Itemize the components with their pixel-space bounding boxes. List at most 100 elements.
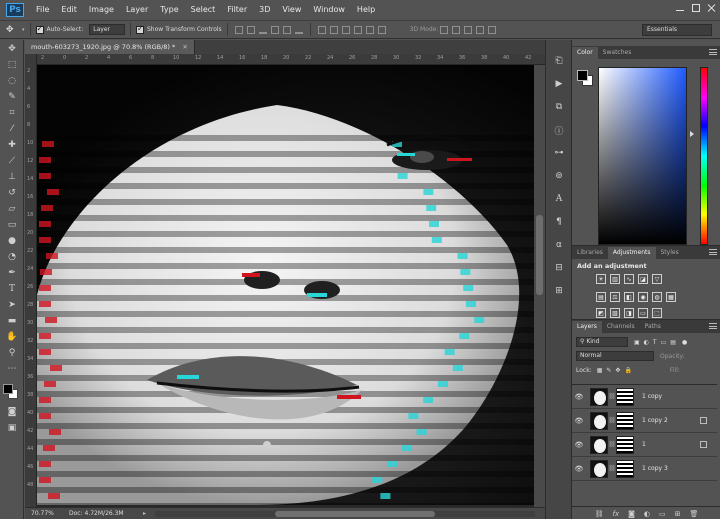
move-tool-icon[interactable]: ✥	[6, 25, 20, 35]
black-white-icon[interactable]: ◧	[624, 292, 634, 302]
menu-file[interactable]: File	[30, 0, 55, 20]
align-bottom-icon[interactable]	[258, 26, 267, 34]
filter-shape-icon[interactable]: ▭	[661, 339, 667, 346]
close-tab-icon[interactable]: ✕	[182, 43, 187, 51]
lock-transparent-icon[interactable]: ▦	[597, 367, 603, 374]
layer-thumbnail[interactable]	[590, 459, 608, 478]
align-right-icon[interactable]	[294, 26, 303, 34]
path-select-tool-icon[interactable]: ➤	[3, 297, 21, 312]
distribute-bottom-icon[interactable]	[341, 25, 350, 34]
eraser-tool-icon[interactable]: ▱	[3, 201, 21, 216]
distribute-vcenter-icon[interactable]	[329, 25, 338, 34]
distribute-left-icon[interactable]	[353, 25, 362, 34]
marquee-tool-icon[interactable]: ⬚	[3, 57, 21, 72]
paragraph-icon[interactable]: ¶	[551, 215, 567, 229]
align-left-icon[interactable]	[270, 25, 279, 34]
foreground-color-swatch[interactable]	[577, 70, 588, 81]
blur-tool-icon[interactable]: ●	[3, 233, 21, 248]
gradient-map-icon[interactable]: ▭	[638, 308, 648, 318]
quick-select-tool-icon[interactable]: ✎	[3, 89, 21, 104]
brush-tool-icon[interactable]: ⟋	[3, 153, 21, 168]
3d-roll-icon[interactable]	[452, 25, 461, 34]
gradient-tool-icon[interactable]: ▭	[3, 217, 21, 232]
menu-window[interactable]: Window	[307, 0, 351, 20]
layer-kind-filter[interactable]: ⚲ Kind	[576, 337, 628, 347]
link-layers-icon[interactable]: ⛓	[595, 510, 604, 518]
new-group-icon[interactable]: ▭	[659, 510, 666, 518]
panel-menu-icon[interactable]	[709, 249, 717, 255]
visibility-eye-icon[interactable]: 👁	[572, 393, 586, 401]
show-transform-checkbox[interactable]	[136, 24, 144, 34]
lasso-tool-icon[interactable]: ◌	[3, 73, 21, 88]
pen-tool-icon[interactable]: ✒	[3, 265, 21, 280]
properties-icon[interactable]: ⧉	[551, 100, 567, 114]
history-brush-tool-icon[interactable]: ↺	[3, 185, 21, 200]
lock-all-icon[interactable]: 🔒	[624, 367, 631, 374]
lock-image-icon[interactable]: ✎	[606, 367, 611, 374]
menu-3d[interactable]: 3D	[253, 0, 276, 20]
vertical-ruler[interactable]: 2 4 6 8 10 12 14 16 18 20 22 24 26 28 30 32 34 36 38 40 42 44…	[25, 54, 37, 507]
hue-slider-marker[interactable]	[690, 131, 694, 137]
document-tab[interactable]: mouth-603273_1920.jpg @ 70.8% (RGB/8) * …	[25, 40, 195, 54]
layer-name[interactable]: 1	[642, 441, 700, 448]
color-balance-icon[interactable]: ⚖	[610, 292, 620, 302]
hand-tool-icon[interactable]: ✋	[3, 329, 21, 344]
filter-pixel-icon[interactable]: ▣	[634, 339, 640, 346]
add-mask-icon[interactable]: ◙	[628, 510, 635, 518]
threshold-icon[interactable]: ◨	[624, 308, 634, 318]
mask-link-icon[interactable]: ⛓	[608, 441, 616, 448]
menu-edit[interactable]: Edit	[55, 0, 83, 20]
tab-swatches[interactable]: Swatches	[598, 47, 637, 59]
channel-mixer-icon[interactable]: ◍	[652, 292, 662, 302]
menu-select[interactable]: Select	[185, 0, 222, 20]
screen-mode-icon[interactable]: ▣	[3, 420, 21, 435]
tab-adjustments[interactable]: Adjustments	[607, 247, 656, 259]
zoom-tool-icon[interactable]: ⚲	[3, 345, 21, 360]
distribute-right-icon[interactable]	[377, 25, 386, 34]
layer-mask-thumbnail[interactable]	[616, 387, 634, 406]
document-image[interactable]	[37, 65, 537, 505]
healing-brush-tool-icon[interactable]: ✚	[3, 137, 21, 152]
layer-mask-thumbnail[interactable]	[616, 459, 634, 478]
tab-styles[interactable]: Styles	[656, 247, 684, 259]
history-icon[interactable]: ⎗	[551, 54, 567, 68]
hue-saturation-icon[interactable]: ▤	[596, 292, 606, 302]
lock-position-icon[interactable]: ✥	[615, 367, 620, 374]
menu-filter[interactable]: Filter	[221, 0, 253, 20]
vertical-scroll-thumb[interactable]	[536, 215, 543, 295]
layer-thumbnail[interactable]	[590, 435, 608, 454]
3d-slide-icon[interactable]	[476, 25, 485, 34]
foreground-color-swatch[interactable]	[3, 384, 13, 394]
tab-libraries[interactable]: Libraries	[572, 247, 608, 259]
levels-icon[interactable]: ▥	[610, 274, 620, 284]
quick-mask-icon[interactable]: ◙	[3, 404, 21, 419]
3d-scale-icon[interactable]	[488, 25, 497, 34]
hue-slider[interactable]	[700, 67, 708, 245]
mask-link-icon[interactable]: ⛓	[608, 393, 616, 400]
new-layer-icon[interactable]: ⊞	[675, 510, 681, 518]
exposure-icon[interactable]: ◪	[638, 274, 648, 284]
filter-smart-object-icon[interactable]: ▤	[670, 339, 676, 346]
selective-color-icon[interactable]: ⬚	[652, 308, 662, 318]
photo-filter-icon[interactable]: ◉	[638, 292, 648, 302]
close-button[interactable]	[708, 4, 716, 12]
blend-mode-dropdown[interactable]: Normal	[576, 351, 654, 361]
mask-link-icon[interactable]: ⛓	[608, 465, 616, 472]
status-menu-arrow-icon[interactable]: ▸	[143, 510, 146, 517]
auto-select-checkbox[interactable]	[35, 24, 44, 34]
layer-name[interactable]: 1 copy 3	[642, 465, 717, 472]
crop-tool-icon[interactable]: ⌗	[3, 105, 21, 120]
delete-layer-icon[interactable]: 🗑	[690, 510, 699, 518]
layer-row[interactable]: 👁 ⛓ 1	[572, 433, 717, 457]
visibility-eye-icon[interactable]: 👁	[572, 441, 586, 449]
color-saturation-field[interactable]	[598, 67, 687, 245]
menu-layer[interactable]: Layer	[120, 0, 154, 20]
workspace-dropdown[interactable]: Essentials	[642, 24, 712, 36]
zoom-level[interactable]: 70.77%	[25, 510, 63, 517]
canvas-area[interactable]	[37, 65, 545, 507]
eyedropper-tool-icon[interactable]: ⁄	[3, 121, 21, 136]
align-hcenter-icon[interactable]	[282, 25, 291, 34]
layer-style-icon[interactable]: fx	[612, 510, 619, 518]
horizontal-scroll-thumb[interactable]	[275, 511, 435, 517]
align-vcenter-icon[interactable]	[246, 25, 255, 34]
